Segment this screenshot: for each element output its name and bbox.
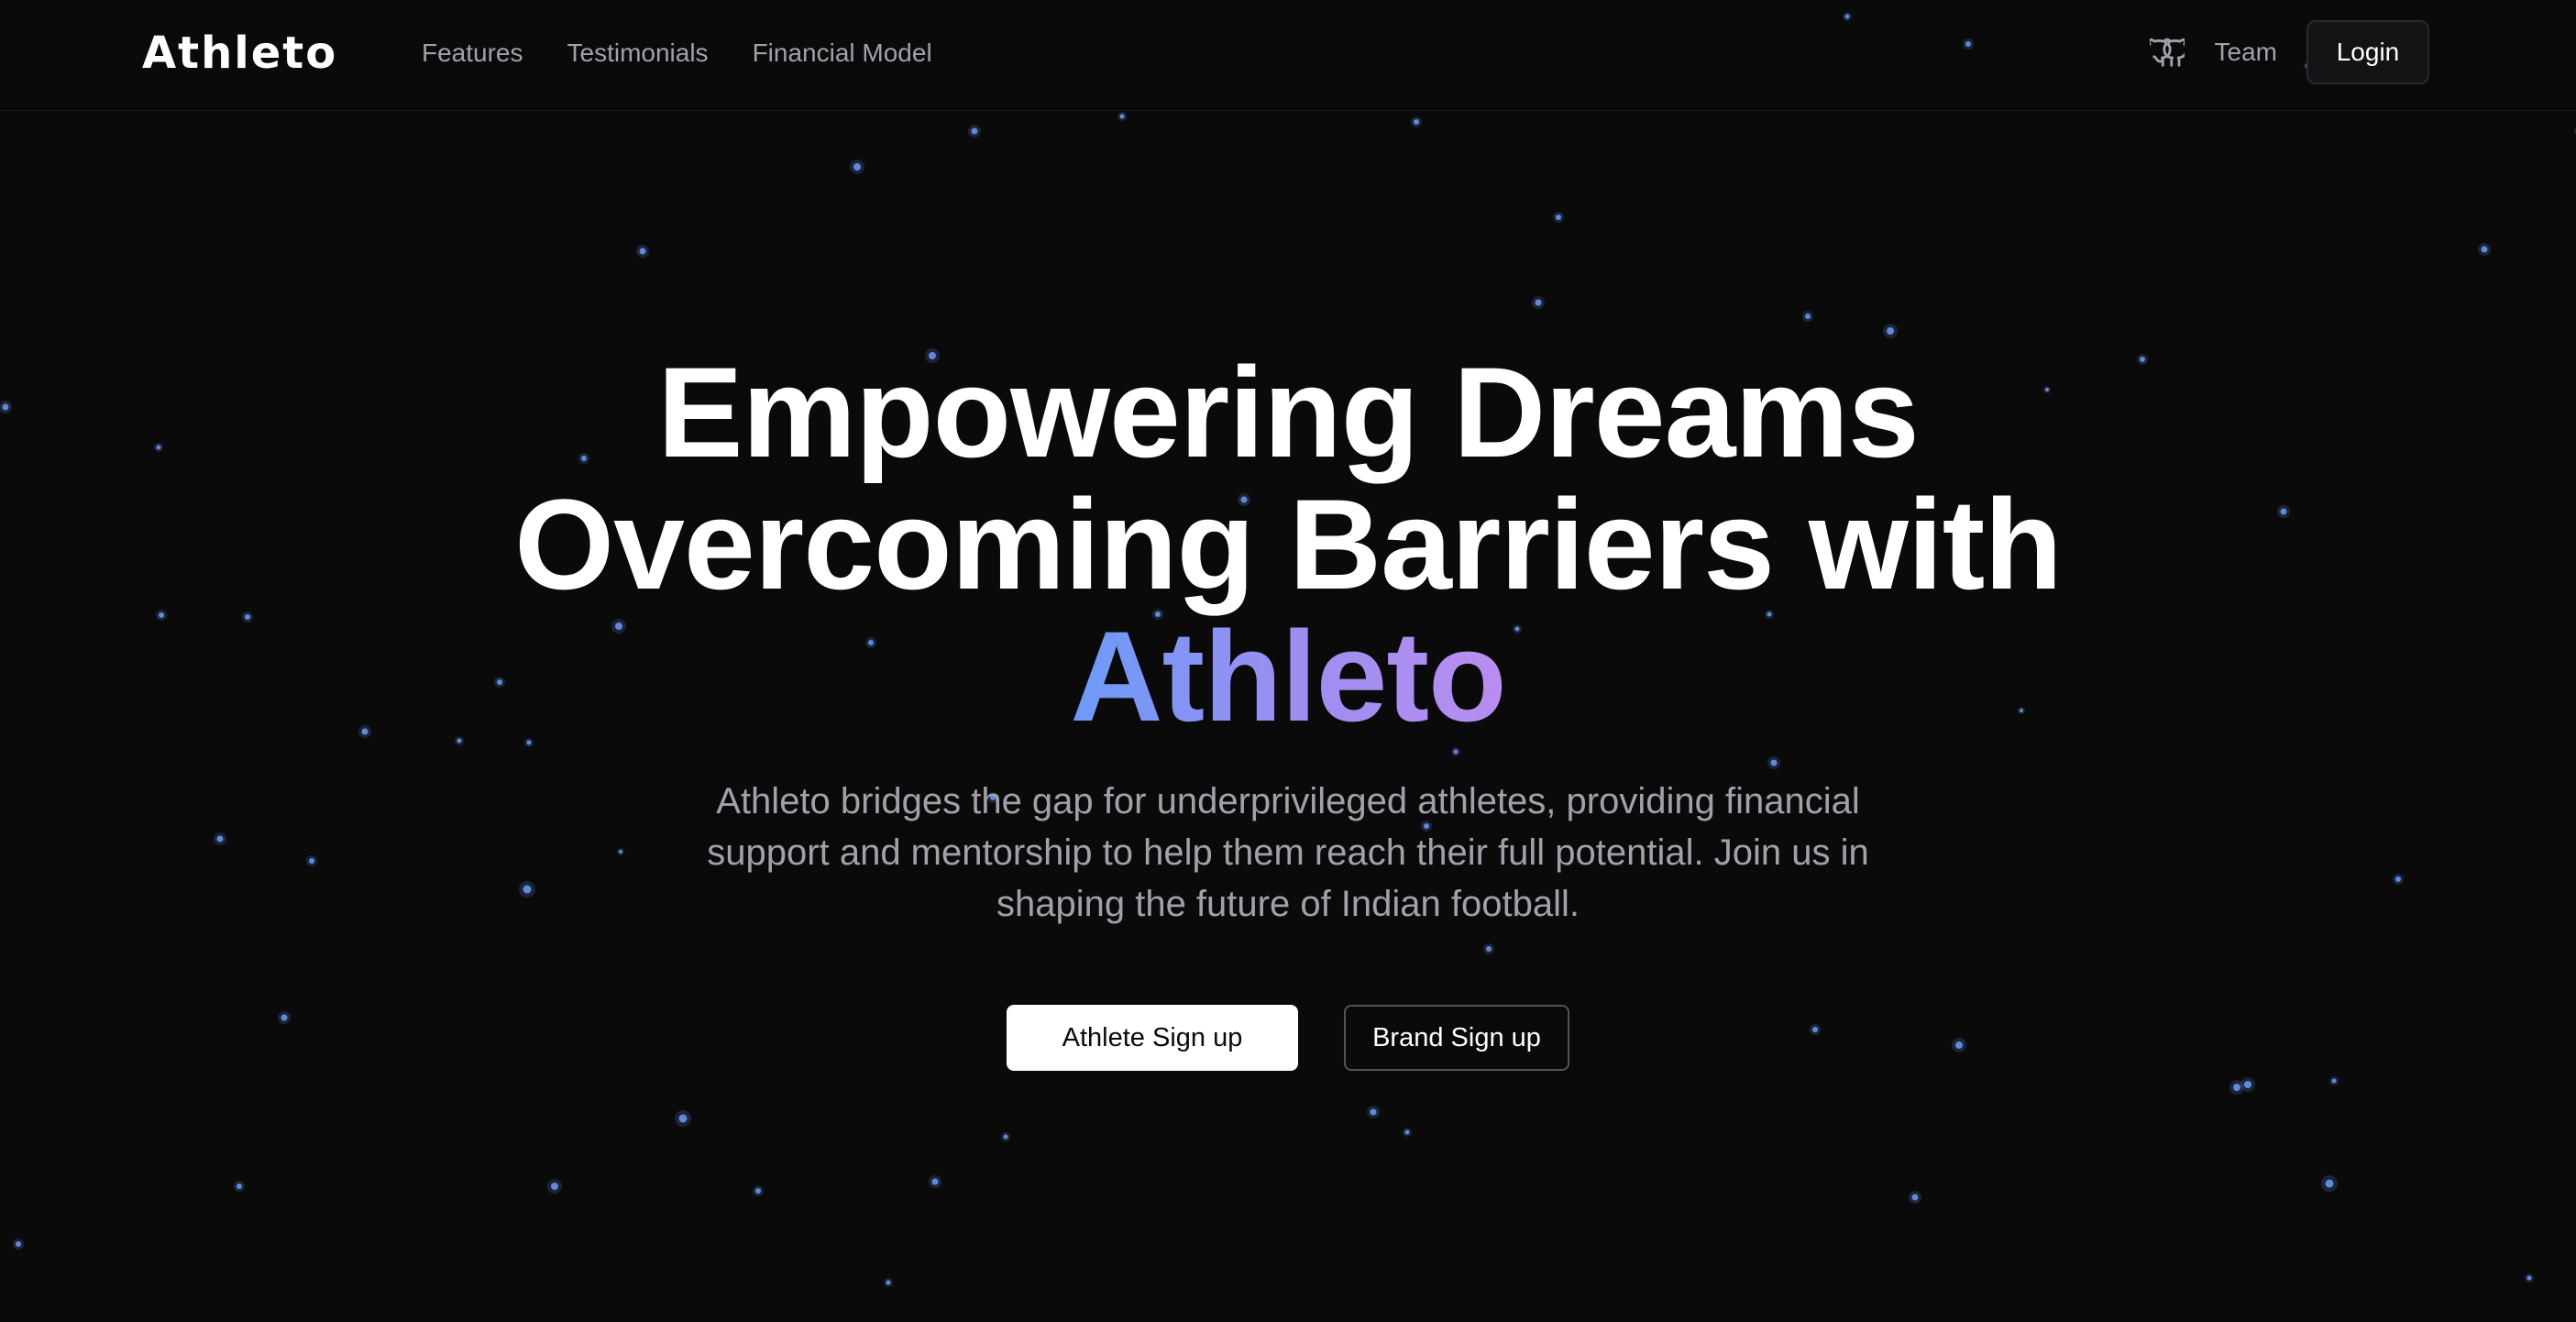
star [1805, 314, 1811, 319]
hero-title-highlight: Athleto [1070, 604, 1506, 748]
star [853, 163, 861, 171]
star [551, 1183, 558, 1190]
star [886, 1280, 891, 1285]
star [2244, 1081, 2251, 1088]
nav-link-features[interactable]: Features [422, 35, 523, 72]
hero-title: Empowering Dreams Overcoming Barriers wi… [0, 347, 2576, 743]
hero-title-line-2: Overcoming Barriers with [514, 472, 2063, 616]
star [1535, 299, 1542, 306]
star [931, 1178, 939, 1185]
star [2325, 1179, 2334, 1188]
star [971, 127, 978, 135]
star [755, 1188, 761, 1194]
star [1370, 1108, 1377, 1116]
cta-row: Athlete Sign up Brand Sign up [0, 1005, 2576, 1071]
nav-links: Features Testimonials Financial Model [422, 35, 932, 72]
star [1887, 327, 1894, 335]
star [1003, 1134, 1008, 1140]
hero-subtitle: Athleto bridges the gap for underprivile… [707, 781, 1869, 924]
star [1404, 1129, 1410, 1135]
login-button[interactable]: Login [2306, 20, 2429, 84]
hero-title-line-1: Empowering Dreams [657, 340, 1920, 484]
nav-link-team[interactable]: Team [2215, 34, 2277, 71]
nav-actions: Team Login [2147, 20, 2429, 84]
hero-section: Empowering Dreams Overcoming Barriers wi… [0, 347, 2576, 1071]
star [16, 1241, 21, 1247]
star [237, 1184, 242, 1189]
github-icon [2149, 38, 2185, 67]
star [2481, 246, 2488, 253]
brand-signup-button[interactable]: Brand Sign up [1344, 1005, 1569, 1071]
star [1414, 119, 1419, 125]
nav-link-financial-model[interactable]: Financial Model [753, 35, 932, 72]
star [1556, 215, 1561, 220]
athlete-signup-button[interactable]: Athlete Sign up [1007, 1005, 1298, 1071]
navbar: Athleto Features Testimonials Financial … [0, 0, 2576, 111]
star [639, 248, 646, 255]
star [2233, 1084, 2240, 1091]
star [678, 1114, 688, 1123]
star [2331, 1078, 2337, 1084]
brand-logo[interactable]: Athleto [142, 22, 337, 84]
star [2526, 1275, 2532, 1281]
github-link[interactable] [2147, 32, 2187, 72]
nav-link-testimonials[interactable]: Testimonials [567, 35, 709, 72]
star [1911, 1194, 1919, 1201]
star [1119, 114, 1125, 119]
